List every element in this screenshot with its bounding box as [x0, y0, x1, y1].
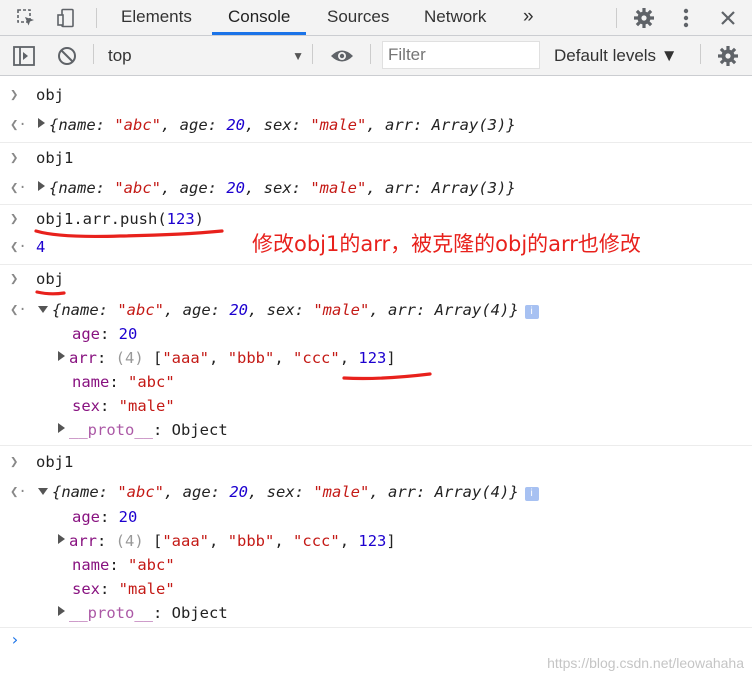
message-divider: [0, 142, 752, 143]
input-text: obj: [36, 270, 64, 288]
toolbar-separator: [93, 44, 94, 64]
input-chevron-icon: ❯: [10, 211, 19, 227]
settings-gear-icon[interactable]: [632, 6, 656, 30]
expand-triangle-icon[interactable]: [38, 181, 45, 191]
collapse-triangle-icon[interactable]: [38, 306, 48, 313]
clear-console-icon[interactable]: [55, 44, 79, 68]
collapse-triangle-icon[interactable]: [38, 488, 48, 495]
input-text: obj1: [36, 149, 74, 167]
inspect-element-icon[interactable]: [14, 6, 38, 30]
tab-console[interactable]: Console: [212, 0, 307, 35]
tab-separator: [96, 8, 97, 28]
message-divider: [0, 264, 752, 265]
input-chevron-icon: ❯: [10, 454, 19, 470]
info-icon[interactable]: i: [524, 305, 539, 319]
output-chevron-icon: ❮·: [10, 117, 27, 133]
expand-triangle-icon[interactable]: [38, 118, 45, 128]
input-chevron-icon: ❯: [10, 87, 19, 103]
console-settings-gear-icon[interactable]: [716, 44, 740, 68]
console-prompt[interactable]: ›: [10, 630, 20, 649]
annotation-note: 修改obj1的arr，被克隆的obj的arr也修改: [252, 232, 641, 256]
output-chevron-icon: ❮·: [10, 239, 27, 255]
log-levels-dropdown[interactable]: Default levels ▼: [554, 43, 678, 69]
expand-triangle-icon[interactable]: [58, 534, 65, 544]
result-value: 4: [36, 238, 46, 256]
output-chevron-icon: ❮·: [10, 180, 27, 196]
expand-triangle-icon[interactable]: [58, 423, 65, 433]
info-icon[interactable]: i: [524, 487, 539, 501]
message-divider: [0, 445, 752, 446]
context-selector[interactable]: top ▼: [108, 43, 304, 69]
toolbar-separator: [312, 44, 313, 64]
output-chevron-icon: ❮·: [10, 302, 27, 318]
tab-separator: [616, 8, 617, 28]
context-label: top: [108, 46, 132, 65]
live-expression-eye-icon[interactable]: [330, 44, 354, 68]
console-toolbar: top ▼ Default levels ▼: [0, 36, 752, 76]
dropdown-arrow-icon: ▼: [292, 49, 304, 63]
watermark: https://blog.csdn.net/leowahaha: [547, 655, 744, 671]
input-text: obj1.arr.push(123): [36, 210, 204, 228]
tab-sources[interactable]: Sources: [327, 0, 389, 35]
toolbar-separator: [700, 44, 701, 64]
input-text: obj: [36, 86, 64, 104]
object-summary-expanded[interactable]: {name: "abc", age: 20, sex: "male", arr:…: [38, 299, 539, 321]
devtools-tab-bar: Elements Console Sources Network »: [0, 0, 752, 36]
tab-network[interactable]: Network: [424, 0, 486, 35]
more-options-icon[interactable]: [674, 6, 698, 30]
more-tabs-button[interactable]: »: [523, 0, 534, 35]
object-summary[interactable]: {name: "abc", age: 20, sex: "male", arr:…: [38, 114, 516, 136]
input-chevron-icon: ❯: [10, 271, 19, 287]
expand-triangle-icon[interactable]: [58, 606, 65, 616]
message-divider: [0, 627, 752, 628]
object-summary-expanded[interactable]: {name: "abc", age: 20, sex: "male", arr:…: [38, 481, 539, 503]
sidebar-toggle-icon[interactable]: [12, 44, 36, 68]
output-chevron-icon: ❮·: [10, 484, 27, 500]
toolbar-separator: [370, 44, 371, 64]
input-text: obj1: [36, 453, 74, 471]
expand-triangle-icon[interactable]: [58, 351, 65, 361]
device-toolbar-icon[interactable]: [54, 6, 78, 30]
message-divider: [0, 204, 752, 205]
object-summary[interactable]: {name: "abc", age: 20, sex: "male", arr:…: [38, 177, 516, 199]
filter-input[interactable]: [382, 41, 540, 69]
close-icon[interactable]: [716, 6, 740, 30]
tab-elements[interactable]: Elements: [121, 0, 192, 35]
input-chevron-icon: ❯: [10, 150, 19, 166]
